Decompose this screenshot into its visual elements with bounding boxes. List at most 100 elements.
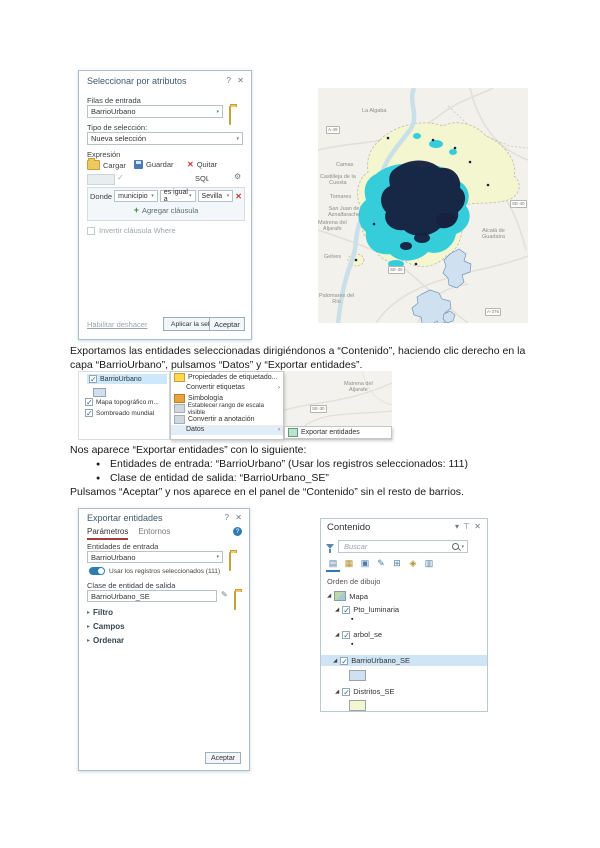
close-icon[interactable]: ✕: [474, 522, 481, 531]
use-selected-records-toggle[interactable]: Usar los registros seleccionados (111): [89, 567, 241, 575]
menu-item-labeling-properties[interactable]: Propiedades de etiquetado...: [171, 372, 283, 383]
remove-button[interactable]: ✕ Quitar: [187, 160, 217, 169]
expand-icon[interactable]: ◢: [335, 607, 339, 613]
map-label: La Algaba: [362, 108, 387, 114]
delete-clause-icon[interactable]: ✕: [235, 192, 242, 201]
list-by-data-source-icon[interactable]: ▦: [342, 557, 356, 570]
section-filter[interactable]: ▸ Filtro: [87, 608, 113, 617]
invert-where-checkbox[interactable]: Invertir cláusula Where: [87, 226, 176, 235]
list-by-selection-icon[interactable]: ▣: [358, 557, 372, 570]
contents-toolbar: ▤ ▦ ▣ ✎ ⊞ ◈ ▥: [326, 557, 436, 572]
road-shield: SE-30: [310, 405, 327, 413]
checkbox-icon[interactable]: ✓: [340, 656, 349, 665]
expand-icon[interactable]: ◢: [327, 593, 331, 599]
collapse-icon[interactable]: ▾: [455, 522, 459, 531]
tab-environments[interactable]: Entornos: [138, 527, 170, 540]
help-icon[interactable]: ?: [225, 513, 229, 522]
help-icon[interactable]: ?: [227, 76, 231, 85]
pin-icon[interactable]: ⊤: [463, 522, 470, 531]
close-icon[interactable]: ✕: [237, 76, 244, 85]
tree-item-label: Distritos_SE: [353, 687, 395, 696]
input-rows-combo[interactable]: BarrioUrbano ▾: [87, 105, 223, 118]
layer-row-barriourbano[interactable]: ✓ BarrioUrbano: [87, 374, 167, 384]
point-symbol[interactable]: ▪: [351, 641, 353, 648]
accept-button[interactable]: Aceptar: [205, 752, 241, 764]
list-by-labeling-icon[interactable]: ◈: [406, 557, 420, 570]
polygon-swatch-yellow[interactable]: [349, 700, 366, 711]
browse-folder-icon[interactable]: [229, 106, 231, 125]
enable-undo-link[interactable]: Habilitar deshacer: [87, 320, 147, 329]
search-box: ▾: [338, 540, 468, 553]
tree-item-layer-selected[interactable]: ◢ ✓ BarrioUrbano_SE: [321, 655, 487, 666]
browse-folder-icon[interactable]: [234, 591, 236, 610]
map-view: La Algaba Camas Castilleja de la Cuesta …: [318, 88, 528, 323]
list-by-drawing-order-icon[interactable]: ▤: [326, 557, 340, 572]
expand-icon[interactable]: ◢: [335, 689, 339, 695]
export-features-dialog: Exportar entidades ? ✕ Parámetros Entorn…: [78, 508, 250, 771]
clause-field-combo[interactable]: municipio ▾: [114, 190, 158, 202]
layer-swatch[interactable]: [93, 388, 106, 397]
input-features-label: Entidades de entrada: [87, 542, 159, 551]
expression-mode-buttons[interactable]: [87, 174, 115, 185]
close-icon[interactable]: ✕: [235, 513, 242, 522]
map-label: Alcalá de Guadaíra: [482, 228, 505, 240]
map-label: Mairena del Aljarafe: [344, 381, 373, 393]
clause-operator-combo[interactable]: es igual a ▾: [159, 189, 196, 203]
chevron-down-icon[interactable]: ▾: [216, 109, 219, 115]
menu-item-label: Simbología: [188, 394, 224, 402]
section-sort[interactable]: ▸ Ordenar: [87, 636, 124, 645]
list-by-snapping-icon[interactable]: ⊞: [390, 557, 404, 570]
checkbox-icon[interactable]: ✓: [342, 687, 351, 696]
toggle-icon: [89, 567, 105, 575]
add-clause-label: Agregar cláusula: [141, 205, 199, 215]
menu-item-scale-range[interactable]: Establecer rango de escala visible: [171, 402, 283, 416]
tree-item-map[interactable]: ◢ Mapa: [325, 590, 370, 602]
expand-icon[interactable]: ◢: [335, 632, 339, 638]
point-symbol[interactable]: ▪: [351, 616, 353, 623]
selection-type-combo[interactable]: Nueva selección ▾: [87, 132, 243, 145]
edit-pencil-icon[interactable]: ✎: [221, 590, 228, 599]
filter-icon[interactable]: [326, 544, 334, 553]
list-by-editing-icon[interactable]: ✎: [374, 557, 388, 570]
verify-icon[interactable]: ✓: [117, 173, 124, 182]
checkbox-icon[interactable]: ✓: [342, 605, 351, 614]
output-feature-class-input[interactable]: BarrioUrbano_SE: [87, 590, 217, 602]
search-input[interactable]: [342, 541, 453, 552]
checkbox-icon[interactable]: ✓: [342, 630, 351, 639]
paragraph: Pulsamos “Aceptar” y nos aparece en el p…: [70, 486, 464, 498]
chevron-down-icon: ▾: [189, 193, 192, 199]
invert-where-label: Invertir cláusula Where: [99, 226, 176, 235]
tree-item-layer[interactable]: ◢ ✓ arbol_se: [333, 629, 384, 640]
tree-item-label: arbol_se: [353, 630, 383, 639]
menu-item-data[interactable]: Datos ›: [171, 424, 283, 435]
search-icon[interactable]: [452, 543, 460, 550]
tree-item-layer[interactable]: ◢ ✓ Pto_luminaria: [333, 604, 401, 615]
list-by-charts-icon[interactable]: ▥: [422, 557, 436, 570]
menu-item-convert-labels[interactable]: Convertir etiquetas ›: [171, 383, 283, 394]
layer-row-hillshade[interactable]: ✓ Sombreado mundial: [83, 408, 167, 418]
checkbox-icon[interactable]: ✓: [85, 398, 93, 407]
load-button[interactable]: Cargar: [87, 158, 126, 170]
expand-icon[interactable]: ◢: [333, 658, 337, 664]
layer-row-topographic[interactable]: ✓ Mapa topográfico m...: [83, 397, 167, 407]
submenu-item-export-features[interactable]: Exportar entidades: [301, 429, 360, 436]
chevron-down-icon[interactable]: ▾: [236, 136, 239, 142]
tab-parameters[interactable]: Parámetros: [87, 527, 129, 540]
bullet-item: Clase de entidad de salida: “BarrioUrban…: [110, 472, 329, 484]
accept-button[interactable]: Aceptar: [209, 317, 245, 331]
polygon-swatch-blue[interactable]: [349, 670, 366, 681]
tool-help-icon[interactable]: ?: [233, 527, 242, 536]
clause-value-combo[interactable]: Sevilla ▾: [197, 190, 234, 202]
checkbox-icon[interactable]: ✓: [89, 375, 97, 384]
input-features-combo[interactable]: BarrioUrbano ▾: [87, 551, 223, 563]
drawing-order-label: Orden de dibujo: [327, 577, 381, 586]
checkbox-icon[interactable]: ✓: [85, 409, 93, 418]
chevron-down-icon[interactable]: ▾: [461, 544, 464, 550]
road-shield: SE-40: [510, 200, 527, 208]
gear-icon[interactable]: ⚙: [234, 172, 241, 181]
section-fields[interactable]: ▸ Campos: [87, 622, 125, 631]
tree-item-layer[interactable]: ◢ ✓ Distritos_SE: [333, 686, 397, 697]
add-clause-button[interactable]: + Agregar cláusula: [88, 205, 244, 215]
dialog-title: Exportar entidades: [87, 513, 163, 523]
save-button[interactable]: Guardar: [134, 160, 174, 169]
